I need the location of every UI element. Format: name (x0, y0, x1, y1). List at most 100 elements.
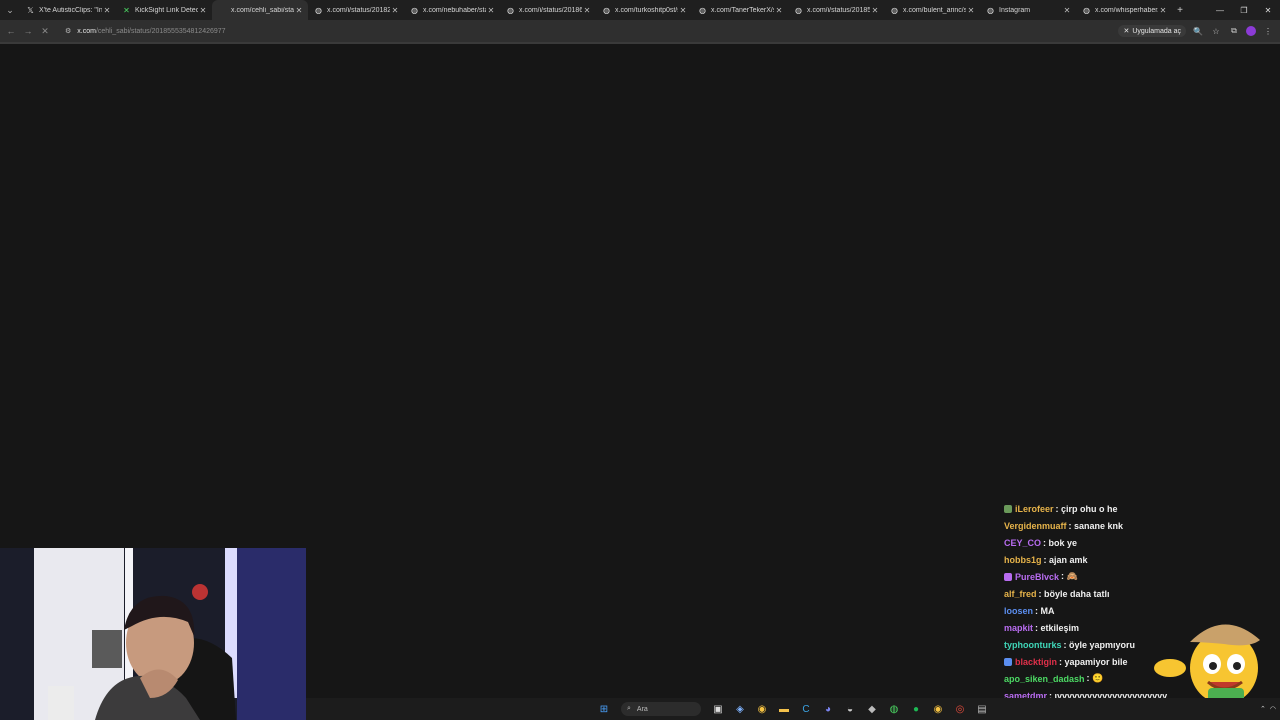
browser-tab[interactable]: ◍ x.com/turkoshitp0st/s ✕ (596, 0, 692, 20)
copilot-icon[interactable]: ◈ (732, 702, 748, 716)
globe-icon: ◍ (411, 5, 418, 15)
open-in-app-button[interactable]: ✕ Uygulamada aç (1118, 25, 1186, 37)
new-tab-button[interactable]: + (1172, 5, 1188, 16)
globe-icon: ◍ (1083, 5, 1090, 15)
tab-title: x.com/TanerTekerX/sta (711, 6, 774, 14)
tab-close-icon[interactable]: ✕ (1062, 6, 1072, 15)
taskbar-search[interactable]: ⌕ Ara (621, 702, 701, 716)
address-bar[interactable]: ⚙ x.com/cehli_sabi/status/20185553548124… (65, 23, 1165, 39)
chat-badge-icon (1004, 572, 1012, 581)
spotify-icon[interactable]: ● (908, 702, 924, 716)
globe-icon: ◍ (891, 5, 898, 15)
blank-icon (218, 6, 227, 15)
extensions-icon[interactable]: ⧉ (1228, 26, 1240, 36)
globe-icon: ◍ (987, 5, 994, 15)
tab-list: 𝕏 X'te AutisticClips: "Inta ✕ ✕ KickSight Li… (20, 0, 1172, 20)
network-icon[interactable]: ◠ (1270, 705, 1276, 713)
chat-text: : çirp ohu o he (1055, 503, 1118, 514)
app-icon[interactable]: ◆ (864, 702, 880, 716)
browser-tab[interactable]: ◍ x.com/whisperhaber/s ✕ (1076, 0, 1172, 20)
bookmark-star-icon[interactable]: ☆ (1210, 27, 1222, 36)
terminal-icon[interactable]: ▤ (974, 702, 990, 716)
chrome-icon[interactable]: ◉ (754, 702, 770, 716)
chat-username: mapkit (1004, 622, 1034, 633)
chat-username: alf_fred (1004, 588, 1037, 599)
tab-close-icon[interactable]: ✕ (486, 6, 496, 15)
discord-icon[interactable]: ◕ (820, 702, 836, 716)
chat-text: : öyle yapmıyoru (1063, 639, 1136, 650)
chat-message: PureBlvck: 🙈 (1004, 568, 1204, 585)
back-icon[interactable]: ← (5, 26, 17, 36)
chat-text: : sanane knk (1068, 520, 1124, 531)
chat-message: hobbs1g: ajan amk (1004, 551, 1204, 568)
chat-text: : bok ye (1043, 537, 1078, 548)
streamer-webcam-image (0, 548, 306, 720)
tab-title: X'te AutisticClips: "Inta (39, 6, 102, 14)
tab-close-icon[interactable]: ✕ (390, 6, 400, 15)
globe-icon: ◍ (795, 5, 802, 15)
browser-tab[interactable]: ◍ x.com/i/status/201826 ✕ (308, 0, 404, 20)
tray-expand-icon[interactable]: ⌃ (1260, 705, 1266, 713)
chat-username: loosen (1004, 605, 1034, 616)
chrome-active-icon[interactable]: ◉ (930, 702, 946, 716)
profile-avatar[interactable] (1246, 26, 1256, 36)
browser-tab[interactable]: ◍ x.com/i/status/201865 ✕ (500, 0, 596, 20)
tab-title: x.com/bulent_arinc/st (903, 6, 966, 14)
browser-tab[interactable]: ◍ x.com/i/status/201859 ✕ (788, 0, 884, 20)
file-explorer-icon[interactable]: ▬ (776, 702, 792, 716)
chat-message: alf_fred: böyle daha tatlı (1004, 585, 1204, 602)
chat-badge-icon (1004, 504, 1012, 513)
close-window-icon[interactable]: ✕ (1256, 0, 1280, 20)
tab-close-icon[interactable]: ✕ (870, 6, 880, 15)
menu-icon[interactable]: ⋮ (1262, 27, 1274, 36)
tab-close-icon[interactable]: ✕ (678, 6, 688, 15)
tab-title: Instagram (999, 6, 1031, 14)
zoom-icon[interactable]: 🔍 (1192, 27, 1204, 36)
chat-text: : 🙈 (1061, 571, 1078, 581)
browser-tab[interactable]: ◍ x.com/bulent_arinc/st ✕ (884, 0, 980, 20)
start-menu-icon[interactable]: ⊞ (596, 702, 612, 716)
media-app-icon[interactable]: ◎ (952, 702, 968, 716)
chat-text: : ajan amk (1043, 554, 1088, 565)
browser-tab[interactable]: 𝕏 X'te AutisticClips: "Inta ✕ (20, 0, 116, 20)
forward-icon[interactable]: → (22, 26, 34, 36)
globe-icon: ◍ (315, 5, 322, 15)
x-icon: 𝕏 (27, 5, 34, 15)
chat-username: typhoonturks (1004, 639, 1062, 650)
tab-close-icon[interactable]: ✕ (294, 6, 304, 15)
tab-close-icon[interactable]: ✕ (1158, 6, 1168, 15)
globe-icon: ◍ (699, 5, 706, 15)
minimize-icon[interactable]: — (1208, 0, 1232, 20)
browser-tab[interactable]: ◍ Instagram ✕ (980, 0, 1076, 20)
window-controls: — ❐ ✕ (1208, 0, 1280, 20)
chat-username: Vergidenmuaff (1004, 520, 1067, 531)
chat-text: : 🙂 (1086, 673, 1104, 683)
browser-tab[interactable]: ◍ x.com/TanerTekerX/sta✕ (692, 0, 788, 20)
tab-close-icon[interactable]: ✕ (774, 6, 784, 15)
system-tray: ⌃ ◠ (1260, 698, 1276, 720)
chat-username: CEY_CO (1004, 537, 1042, 548)
browser-tab[interactable]: x.com/cehli_sabi/statu ✕ (212, 0, 308, 20)
tab-close-icon[interactable]: ✕ (966, 6, 976, 15)
tab-strip: ⌄ 𝕏 X'te AutisticClips: "Inta ✕ ✕ KickSight … (0, 0, 1280, 20)
tab-search-icon[interactable]: ⌄ (0, 0, 20, 20)
tab-close-icon[interactable]: ✕ (198, 6, 208, 15)
task-view-icon[interactable]: ▣ (710, 702, 726, 716)
browser-tab[interactable]: ✕KickSight Link Detecto✕ (116, 0, 212, 20)
tab-close-icon[interactable]: ✕ (102, 6, 112, 15)
tab-close-icon[interactable]: ✕ (582, 6, 592, 15)
stop-loading-icon[interactable]: ✕ (39, 26, 51, 37)
whatsapp-icon[interactable]: ◍ (886, 702, 902, 716)
steam-icon[interactable]: ◒ (842, 702, 858, 716)
site-info-icon[interactable]: ⚙ (65, 27, 71, 35)
taskbar-search-label: Ara (636, 705, 648, 713)
restore-icon[interactable]: ❐ (1232, 0, 1256, 20)
chat-username: blacktigin (1015, 656, 1058, 667)
tab-title: x.com/i/status/201865 (519, 6, 582, 14)
ccleaner-icon[interactable]: C (798, 702, 814, 716)
chat-username: hobbs1g (1004, 554, 1042, 565)
chat-username: PureBlvck (1015, 571, 1060, 582)
chat-message: iLerofeer: çirp ohu o he (1004, 500, 1204, 517)
tab-title: x.com/whisperhaber/s (1095, 6, 1158, 14)
browser-tab[interactable]: ◍ x.com/nebuhaber/stat ✕ (404, 0, 500, 20)
